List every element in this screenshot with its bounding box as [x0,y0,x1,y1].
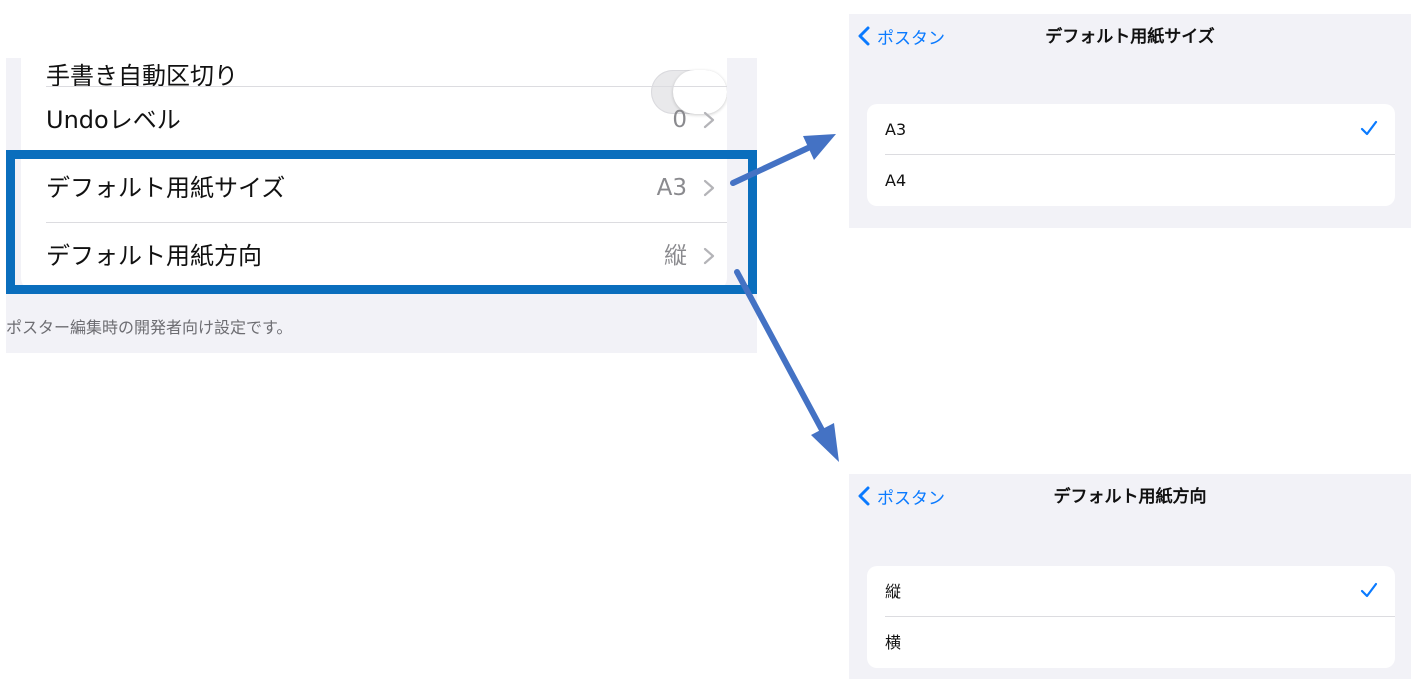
section-footer-note: ポスター編集時の開発者向け設定です。 [6,318,293,337]
undo-level-row[interactable]: Undoレベル 0 [21,87,727,154]
page-title: デフォルト用紙方向 [1053,487,1207,507]
checkmark-icon [1360,582,1378,598]
page-title: デフォルト用紙サイズ [1045,27,1215,47]
undo-level-label: Undoレベル [46,106,181,134]
option-label: A4 [885,171,907,190]
chevron-right-icon [703,111,715,129]
option-label: A3 [885,120,907,139]
options-list: 縦 横 [867,566,1395,668]
checkmark-icon [1360,120,1378,136]
undo-level-value: 0 [672,107,687,133]
option-a4[interactable]: A4 [867,155,1395,206]
option-portrait[interactable]: 縦 [867,566,1395,617]
paper-size-screen: ポスタン デフォルト用紙サイズ A3 A4 [849,14,1411,228]
option-a3[interactable]: A3 [867,104,1395,155]
highlight-box [6,150,757,294]
paper-orientation-screen: ポスタン デフォルト用紙方向 縦 横 [849,474,1411,679]
nav-bar: ポスタン デフォルト用紙方向 [849,474,1411,524]
option-landscape[interactable]: 横 [867,617,1395,668]
option-label: 横 [885,633,902,652]
options-list: A3 A4 [867,104,1395,206]
nav-bar: ポスタン デフォルト用紙サイズ [849,14,1411,64]
option-label: 縦 [885,582,902,601]
